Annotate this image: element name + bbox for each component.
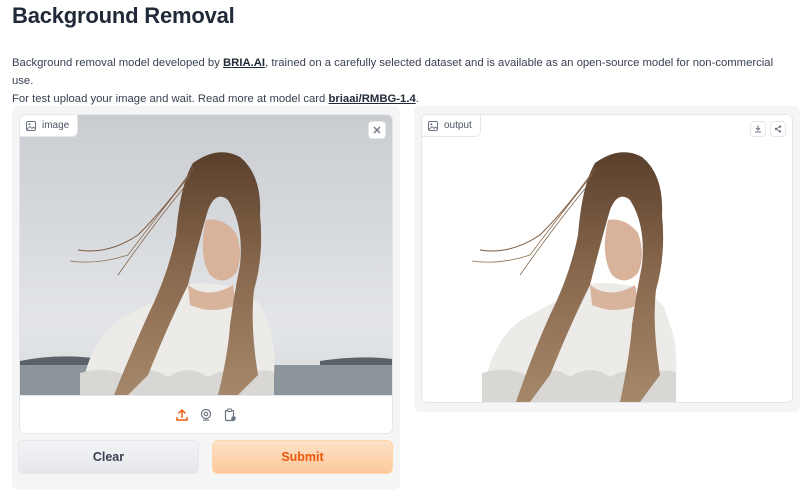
input-photo [20, 115, 392, 395]
description-line-1: Background removal model developed by BR… [12, 57, 774, 87]
share-icon [774, 125, 782, 133]
output-column: output [414, 106, 800, 412]
image-input-panel[interactable]: image [19, 114, 393, 434]
image-label: image [20, 115, 79, 137]
model-card-link[interactable]: briaai/RMBG-1.4 [328, 93, 415, 105]
input-column: image Clear Submit [12, 106, 400, 490]
output-photo [422, 115, 792, 402]
submit-button[interactable]: Submit [212, 440, 393, 474]
page-title: Background Removal [12, 3, 235, 28]
description: Background removal model developed by BR… [12, 54, 792, 108]
webcam-icon[interactable] [199, 408, 213, 422]
clipboard-icon[interactable] [223, 408, 237, 422]
output-actions [750, 121, 786, 137]
output-label: output [422, 115, 481, 137]
image-icon [26, 120, 36, 131]
close-icon [373, 126, 381, 134]
clear-image-button[interactable] [368, 121, 386, 139]
upload-icon[interactable] [175, 408, 189, 422]
share-button[interactable] [770, 121, 786, 137]
bria-link[interactable]: BRIA.AI [223, 57, 265, 69]
download-button[interactable] [750, 121, 766, 137]
source-selector [20, 395, 392, 433]
image-icon [428, 120, 438, 131]
download-icon [754, 125, 762, 133]
output-panel: output [421, 114, 793, 403]
clear-button[interactable]: Clear [18, 440, 199, 474]
